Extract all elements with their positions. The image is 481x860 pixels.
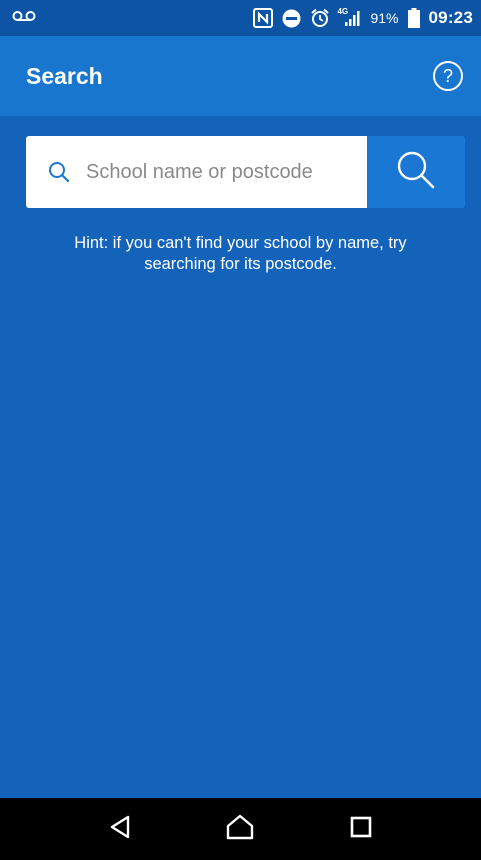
search-screen: 4G 91% 09:23 Search ? School name or pos… [0, 0, 481, 860]
help-icon: ? [442, 65, 453, 86]
search-icon [394, 148, 438, 197]
status-right: 4G 91% 09:23 [253, 7, 473, 28]
signal-icon: 4G [337, 7, 361, 27]
network-type-label: 4G [337, 7, 349, 16]
search-input[interactable] [86, 160, 367, 184]
nfc-icon [253, 8, 274, 28]
navigation-bar [0, 798, 481, 860]
home-icon [226, 814, 254, 845]
voicemail-icon [12, 9, 36, 27]
status-left [12, 9, 36, 27]
hint-text: Hint: if you can't find your school by n… [74, 234, 407, 273]
clock: 09:23 [428, 8, 473, 27]
app-bar: Search ? [0, 36, 481, 116]
recents-icon [350, 816, 372, 843]
home-button[interactable] [210, 799, 270, 859]
back-button[interactable] [90, 799, 150, 859]
back-icon [109, 815, 131, 844]
recents-button[interactable] [331, 799, 391, 859]
search-bar [26, 136, 465, 208]
page-title: Search [26, 62, 103, 89]
search-button[interactable] [367, 136, 465, 208]
search-field[interactable] [26, 136, 367, 208]
battery-percent: 91% [370, 10, 399, 26]
search-icon [48, 161, 70, 183]
help-button[interactable]: ? [433, 61, 463, 91]
status-bar: 4G 91% 09:23 [0, 0, 481, 36]
alarm-icon [310, 8, 330, 28]
battery-icon [407, 8, 420, 28]
do-not-disturb-icon [282, 9, 301, 28]
